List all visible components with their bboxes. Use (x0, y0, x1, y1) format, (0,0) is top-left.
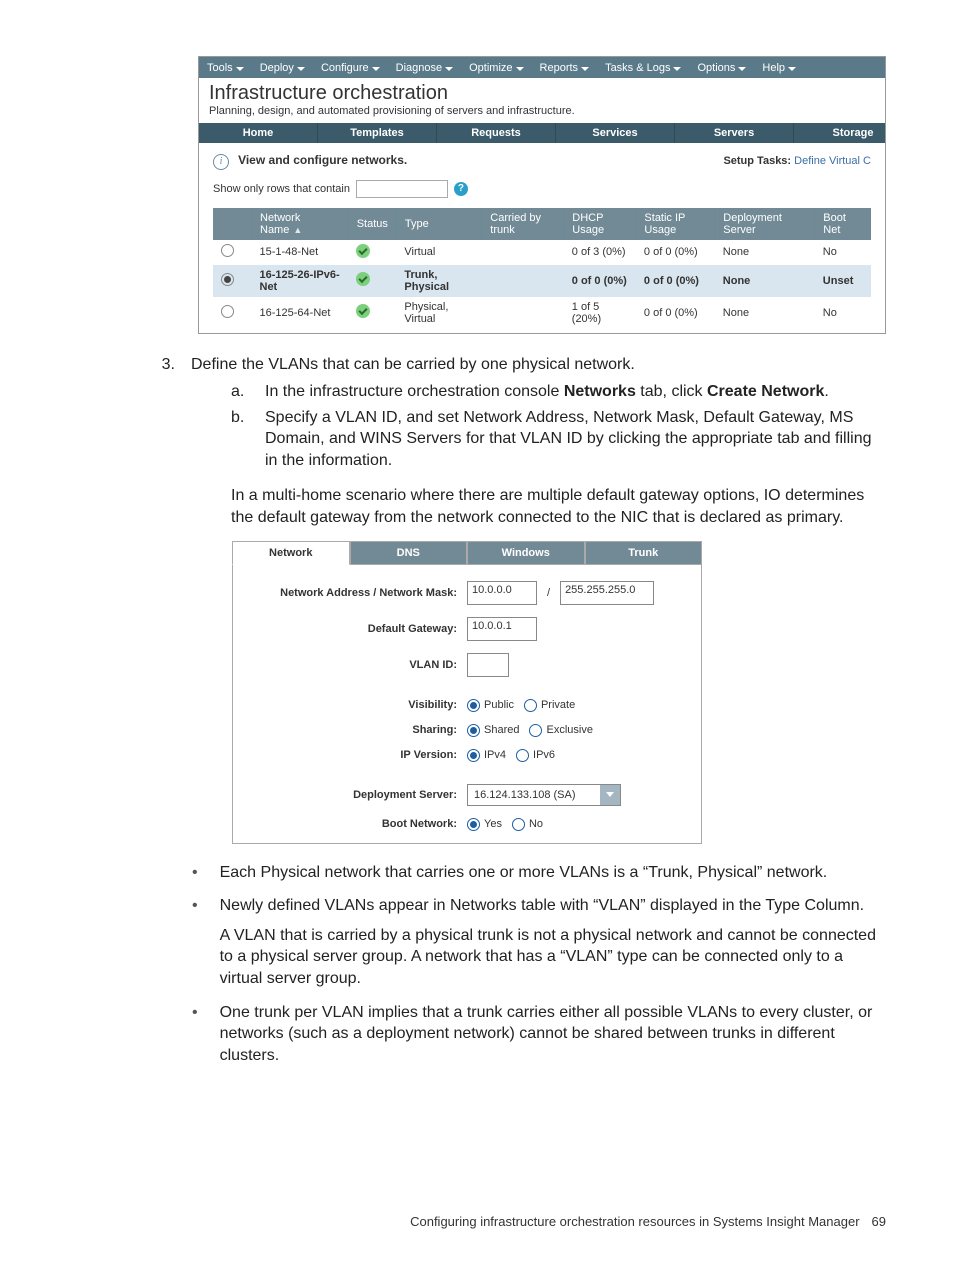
setup-tasks: Setup Tasks: Define Virtual C (723, 155, 871, 167)
step-3b: b. Specify a VLAN ID, and set Network Ad… (231, 407, 886, 472)
input-default-gateway[interactable]: 10.0.0.1 (467, 617, 537, 641)
chevron-down-icon (738, 62, 746, 74)
col-static-ip-usage[interactable]: Static IP Usage (636, 208, 715, 240)
status-ok-icon (356, 304, 370, 318)
table-row[interactable]: 15-1-48-Net Virtual 0 of 3 (0%) 0 of 0 (… (213, 240, 871, 265)
menu-options[interactable]: Options (689, 62, 754, 74)
col-status[interactable]: Status (348, 208, 396, 240)
label-boot-network: Boot Network: (247, 818, 467, 830)
label-deployment-server: Deployment Server: (247, 789, 467, 801)
row-radio[interactable] (221, 273, 234, 286)
filter-input[interactable] (356, 180, 448, 198)
select-deployment-server[interactable]: 16.124.133.108 (SA) (467, 784, 621, 806)
filter-label: Show only rows that contain (213, 183, 350, 195)
section-title: View and configure networks. (238, 153, 407, 167)
menu-help[interactable]: Help (754, 62, 804, 74)
menu-configure[interactable]: Configure (313, 62, 388, 74)
label-sharing: Sharing: (247, 724, 467, 736)
tab-requests[interactable]: Requests (437, 123, 556, 143)
chevron-down-icon (372, 62, 380, 74)
radio-sharing-shared[interactable]: Shared (467, 724, 519, 737)
tab-home[interactable]: Home (199, 123, 318, 143)
app-subheading: Planning, design, and automated provisio… (209, 105, 875, 117)
col-dhcp-usage[interactable]: DHCP Usage (564, 208, 636, 240)
chevron-down-icon[interactable] (600, 785, 620, 805)
step-3a: a. In the infrastructure orchestration c… (231, 381, 886, 403)
row-radio[interactable] (221, 244, 234, 257)
chevron-down-icon (673, 62, 681, 74)
chevron-down-icon (581, 62, 589, 74)
networks-table: Network Name▲ Status Type Carried by tru… (213, 208, 871, 329)
chevron-down-icon (445, 62, 453, 74)
link-define-virtual[interactable]: Define Virtual C (794, 155, 871, 167)
sort-asc-icon: ▲ (293, 225, 302, 235)
row-radio[interactable] (221, 305, 234, 318)
tab-servers[interactable]: Servers (675, 123, 794, 143)
paragraph-multihome: In a multi-home scenario where there are… (231, 485, 886, 528)
tab-dns[interactable]: DNS (350, 541, 468, 565)
menu-tools[interactable]: Tools (199, 62, 252, 74)
col-carried-by-trunk[interactable]: Carried by trunk (482, 208, 564, 240)
screenshot-network-form: Network DNS Windows Trunk Network Addres… (232, 541, 702, 844)
label-network-address-mask: Network Address / Network Mask: (247, 587, 467, 599)
input-network-address[interactable]: 10.0.0.0 (467, 581, 537, 605)
chevron-down-icon (516, 62, 524, 74)
tab-templates[interactable]: Templates (318, 123, 437, 143)
radio-boot-no[interactable]: No (512, 818, 543, 831)
menu-reports[interactable]: Reports (532, 62, 598, 74)
radio-visibility-public[interactable]: Public (467, 699, 514, 712)
bullet-2: Newly defined VLANs appear in Networks t… (192, 895, 886, 989)
label-visibility: Visibility: (247, 699, 467, 711)
col-select (213, 208, 252, 240)
tab-services[interactable]: Services (556, 123, 675, 143)
tab-trunk[interactable]: Trunk (585, 541, 703, 565)
col-boot-net[interactable]: Boot Net (815, 208, 871, 240)
status-ok-icon (356, 244, 370, 258)
input-network-mask[interactable]: 255.255.255.0 (560, 581, 654, 605)
chevron-down-icon (236, 62, 244, 74)
tab-windows[interactable]: Windows (467, 541, 585, 565)
radio-ipv4[interactable]: IPv4 (467, 749, 506, 762)
menu-tasks-logs[interactable]: Tasks & Logs (597, 62, 689, 74)
app-heading: Infrastructure orchestration (209, 82, 875, 105)
tab-storage[interactable]: Storage (794, 123, 886, 143)
menubar: Tools Deploy Configure Diagnose Optimize… (199, 57, 885, 78)
chevron-down-icon (788, 62, 796, 74)
tab-network[interactable]: Network (232, 541, 350, 565)
step-3: 3. Define the VLANs that can be carried … (153, 354, 886, 476)
table-row[interactable]: 16-125-64-Net Physical, Virtual 1 of 5 (… (213, 297, 871, 329)
info-icon: i (213, 154, 229, 170)
col-type[interactable]: Type (396, 208, 481, 240)
col-network-name[interactable]: Network Name▲ (252, 208, 349, 240)
radio-sharing-exclusive[interactable]: Exclusive (529, 724, 592, 737)
menu-optimize[interactable]: Optimize (461, 62, 531, 74)
menu-diagnose[interactable]: Diagnose (388, 62, 461, 74)
table-row[interactable]: 16-125-26-IPv6-Net Trunk, Physical 0 of … (213, 265, 871, 297)
nav-tabs: Home Templates Requests Services Servers… (199, 123, 885, 143)
page-footer: Configuring infrastructure orchestration… (410, 1214, 886, 1229)
status-ok-icon (356, 272, 370, 286)
radio-visibility-private[interactable]: Private (524, 699, 575, 712)
col-deployment-server[interactable]: Deployment Server (715, 208, 815, 240)
bullet-1: Each Physical network that carries one o… (192, 862, 886, 884)
help-icon[interactable]: ? (454, 182, 468, 196)
label-vlan-id: VLAN ID: (247, 659, 467, 671)
radio-ipv6[interactable]: IPv6 (516, 749, 555, 762)
chevron-down-icon (297, 62, 305, 74)
screenshot-networks-table: Tools Deploy Configure Diagnose Optimize… (198, 56, 886, 334)
bullet-3: One trunk per VLAN implies that a trunk … (192, 1002, 886, 1067)
menu-deploy[interactable]: Deploy (252, 62, 313, 74)
label-ip-version: IP Version: (247, 749, 467, 761)
input-vlan-id[interactable] (467, 653, 509, 677)
label-default-gateway: Default Gateway: (247, 623, 467, 635)
radio-boot-yes[interactable]: Yes (467, 818, 502, 831)
